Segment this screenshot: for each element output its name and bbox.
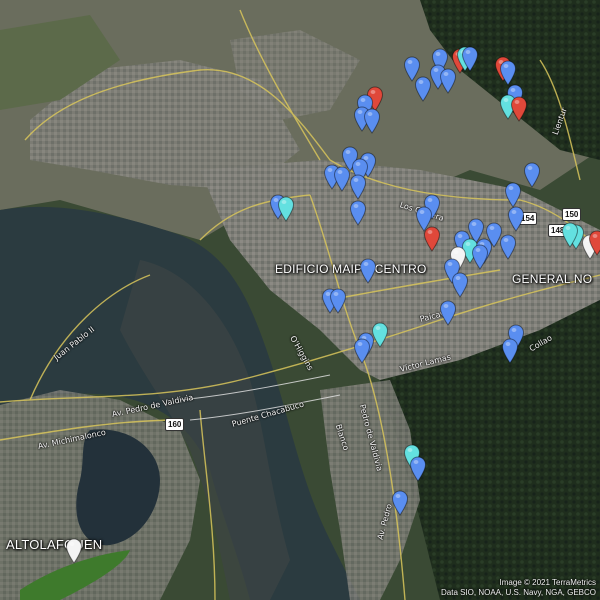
map-pin-icon[interactable] xyxy=(451,272,469,298)
route-shield-160: 160 xyxy=(165,418,185,431)
map-pin-icon[interactable] xyxy=(471,244,489,270)
map-pin-icon[interactable] xyxy=(349,200,367,226)
map-pin-icon[interactable] xyxy=(504,182,522,208)
map-pin-icon[interactable] xyxy=(523,162,541,188)
map-pin-icon[interactable] xyxy=(561,222,579,248)
map-pin-icon[interactable] xyxy=(461,46,479,72)
map-attribution: Image © 2021 TerraMetrics Data SIO, NOAA… xyxy=(441,578,596,598)
map-pin-icon[interactable] xyxy=(353,338,371,364)
map-pin-icon[interactable] xyxy=(363,108,381,134)
map-pin-icon[interactable] xyxy=(414,76,432,102)
map-pin-icon[interactable] xyxy=(439,300,457,326)
map-pin-icon[interactable] xyxy=(359,258,377,284)
map-pin-icon[interactable] xyxy=(510,96,528,122)
map-pin-icon[interactable] xyxy=(65,538,83,564)
route-shield-150: 150 xyxy=(562,208,582,221)
attribution-data: Data SIO, NOAA, U.S. Navy, NGA, GEBCO xyxy=(441,588,596,597)
place-label-altolafquen: ALTOLAFQUEN xyxy=(6,537,103,552)
satellite-map[interactable]: EDIFICIO MAIPU CENTRO GENERAL NO ALTOLAF… xyxy=(0,0,600,600)
map-pin-icon[interactable] xyxy=(391,490,409,516)
map-pin-icon[interactable] xyxy=(277,196,295,222)
map-pin-icon[interactable] xyxy=(329,288,347,314)
map-pin-icon[interactable] xyxy=(499,60,517,86)
map-pin-icon[interactable] xyxy=(588,230,600,256)
map-pin-icon[interactable] xyxy=(499,234,517,260)
map-pin-icon[interactable] xyxy=(409,456,427,482)
place-label-edificio-maipu-centro: EDIFICIO MAIPU CENTRO xyxy=(275,262,427,276)
map-pin-icon[interactable] xyxy=(349,174,367,200)
map-pin-icon[interactable] xyxy=(423,226,441,252)
place-label-general-no: GENERAL NO xyxy=(512,272,593,286)
attribution-imagery: Image © 2021 TerraMetrics xyxy=(499,578,596,587)
map-pin-icon[interactable] xyxy=(507,206,525,232)
map-pin-icon[interactable] xyxy=(501,338,519,364)
